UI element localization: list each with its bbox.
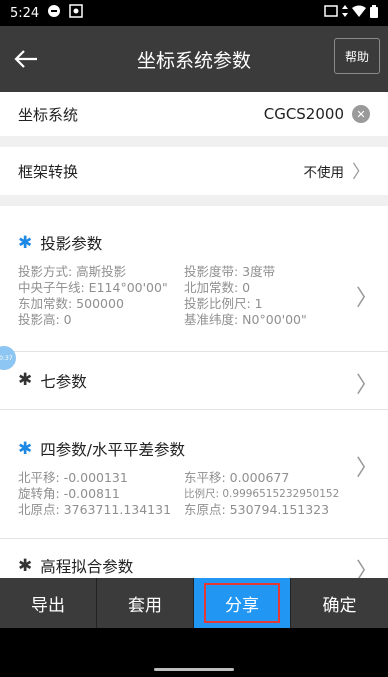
four-params-section[interactable]: ✱ 四参数/水平平差参数 北平移: -0.000131 东平移: 0.00067… [0,410,388,538]
notification-icon [47,4,61,22]
system-nav-area [0,628,388,677]
param-text: 投影方式: 高斯投影 [18,264,127,279]
param-text: 东加常数: 500000 [18,296,124,311]
projection-params: 投影方式: 高斯投影 投影度带: 3度带 中央子午线: E114°00'00" … [18,264,370,328]
apply-button[interactable]: 套用 [97,578,194,628]
clear-icon[interactable]: ✕ [352,105,370,123]
param-text: 北平移: -0.000131 [18,470,128,485]
screen-record-icon [69,4,83,22]
param-text: 北加常数: 0 [184,280,251,295]
data-arrows-icon [342,5,348,21]
battery-icon [370,4,378,22]
page-title: 坐标系统参数 [136,49,251,72]
param-text: 基准纬度: N0°00'00" [184,312,307,327]
seven-params-title: 七参数 [40,372,87,391]
status-bar: 5:24 [0,0,388,26]
coord-system-label: 坐标系统 [18,105,79,124]
param-text: 东原点: 530794.151323 [184,502,330,517]
chevron-right-icon: 〉 [355,373,378,398]
param-text: 投影度带: 3度带 [184,264,276,279]
param-text: 投影高: 0 [18,312,72,327]
coord-system-value: CGCS2000 [263,105,344,123]
content-area: 坐标系统 CGCS2000 ✕ 框架转换 不使用 〉 ✱ 投影参数 投影方式: … [0,92,388,578]
back-button[interactable] [0,26,52,92]
gear-icon: ✱ [18,555,33,576]
share-label: 分享 [225,595,259,616]
share-button[interactable]: 分享 [194,578,291,628]
four-params-title: 四参数/水平平差参数 [40,441,185,459]
param-text: 比例尺: 0.9996515232950152 [184,488,340,500]
param-text: 中央子午线: E114°00'00" [18,280,168,295]
chevron-right-icon: 〉 [355,286,378,311]
cast-icon [324,5,338,21]
chevron-right-icon: 〉 [352,162,370,183]
help-button[interactable]: 帮助 [334,38,380,74]
status-time: 5:24 [10,5,40,21]
param-text: 北原点: 3763711.134131 [18,502,172,517]
gear-icon: ✱ [18,438,33,459]
confirm-button[interactable]: 确定 [291,578,388,628]
frame-transform-label: 框架转换 [18,162,79,181]
gear-icon: ✱ [18,370,33,390]
export-button[interactable]: 导出 [0,578,97,628]
frame-transform-row[interactable]: 框架转换 不使用 〉 [0,147,388,195]
coord-system-row[interactable]: 坐标系统 CGCS2000 ✕ [0,92,388,136]
wifi-icon [352,5,366,21]
frame-transform-value: 不使用 [303,165,345,181]
arrow-left-icon [14,50,37,68]
app-bar: 坐标系统参数 帮助 [0,26,388,92]
projection-section[interactable]: ✱ 投影参数 投影方式: 高斯投影 投影度带: 3度带 中央子午线: E114°… [0,206,388,351]
seven-params-section[interactable]: ✱ 七参数 〉 [0,352,388,409]
height-fit-section[interactable]: ✱ 高程拟合参数 〉 [0,539,388,578]
chevron-right-icon: 〉 [355,559,378,578]
gear-icon: ✱ [18,232,33,253]
bottom-action-bar: 导出 套用 分享 确定 [0,578,388,628]
param-text: 东平移: 0.000677 [184,470,290,485]
home-indicator[interactable] [154,668,234,671]
param-text: 投影比例尺: 1 [184,296,263,311]
projection-title: 投影参数 [40,235,103,253]
param-text: 旋转角: -0.00811 [18,486,120,501]
chevron-right-icon: 〉 [355,456,378,481]
height-fit-title: 高程拟合参数 [40,558,134,576]
share-highlight: 分享 [204,583,280,623]
four-params-values: 北平移: -0.000131 东平移: 0.000677 旋转角: -0.008… [18,470,370,518]
